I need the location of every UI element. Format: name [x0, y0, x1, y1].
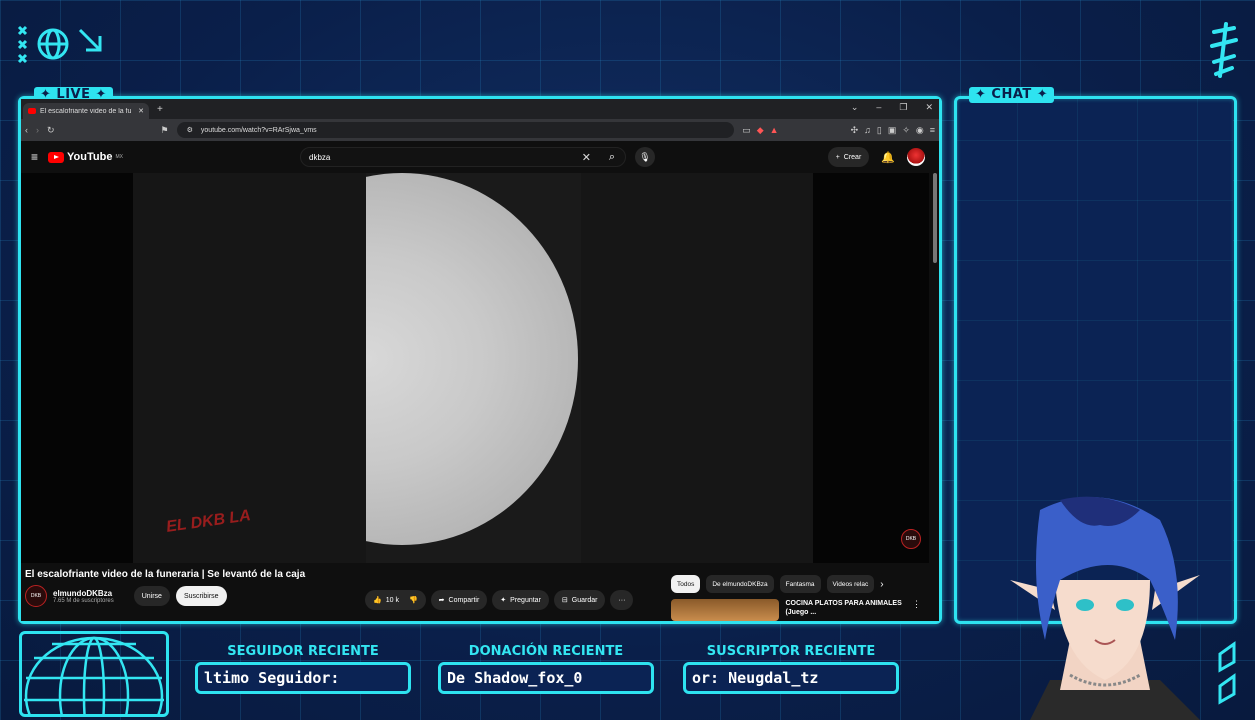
youtube-logo[interactable]: YouTube MX — [48, 151, 123, 163]
address-bar: ‹ › ↻ ⚑ ⚙ youtube.com/watch?v=RArSjwa_vm… — [21, 119, 939, 141]
join-button[interactable]: Unirse — [133, 586, 170, 606]
plus-icon: + — [835, 153, 840, 161]
recommended-menu-icon[interactable]: ⋮ — [912, 599, 921, 621]
account-avatar[interactable] — [907, 148, 925, 166]
close-window-button[interactable]: ✕ — [925, 102, 933, 113]
forward-icon[interactable]: › — [36, 125, 39, 135]
video-frame — [133, 173, 813, 563]
leo-icon[interactable]: ✧ — [902, 125, 910, 136]
maximize-button[interactable]: ❐ — [899, 102, 907, 113]
globe-logo-icon — [17, 25, 102, 64]
chip-all[interactable]: Todos — [671, 575, 701, 593]
follower-value: ltimo Seguidor: — [195, 662, 411, 694]
search-input[interactable]: dkbza ✕ — [300, 147, 626, 167]
dislike-icon[interactable]: 👎 — [409, 596, 418, 604]
video-actions: 👍 10 k 👎 ➦ Compartir ✦ Preguntar ⊟ Guardar ··… — [365, 590, 634, 610]
youtube-header: ≡ YouTube MX dkbza ✕ ⌕ 🎙 + Crear 🔔 — [21, 141, 939, 173]
minimize-button[interactable]: – — [876, 102, 881, 113]
subscriber-label: SUSCRIPTOR RECIENTE — [706, 644, 876, 659]
chips-next-icon[interactable]: › — [880, 579, 883, 590]
site-info-icon[interactable]: ⚙ — [187, 126, 193, 134]
like-button[interactable]: 👍 10 k 👎 — [365, 590, 426, 610]
puzzle-icon[interactable]: ✣ — [851, 125, 859, 136]
url-text: youtube.com/watch?v=RArSjwa_vms — [200, 126, 317, 134]
create-button[interactable]: + Crear — [827, 147, 870, 167]
follower-label: SEGUIDOR RECIENTE — [227, 644, 379, 659]
youtube-play-icon — [48, 151, 65, 163]
bookmark-icon[interactable]: ⚑ — [161, 125, 169, 136]
rewards-icon[interactable]: ▲ — [770, 125, 779, 136]
extensions: ▭ ◆ ▲ ✣ ♫ ▯ ▣ ✧ ◉ ≡ — [742, 125, 935, 136]
video-meta: El escalofriante video de la funeraria |… — [25, 569, 665, 610]
sidebar-icon[interactable]: ▯ — [877, 125, 882, 136]
browser-window: El escalofriante video de la fu ✕ + ⌄ – … — [21, 99, 939, 621]
video-content — [366, 173, 581, 563]
browser-tab[interactable]: El escalofriante video de la fu ✕ — [23, 103, 149, 119]
window-controls: ⌄ – ❐ ✕ — [851, 102, 933, 113]
tab-search-icon[interactable]: ⌄ — [851, 102, 859, 113]
mic-button[interactable]: 🎙 — [635, 147, 655, 167]
share-icon: ➦ — [438, 597, 445, 604]
channel-name[interactable]: elmundoDKBza — [53, 589, 114, 598]
subscriber-count: 7.65 M de suscriptores — [53, 597, 114, 604]
new-tab-button[interactable]: + — [157, 104, 163, 115]
channel-info: elmundoDKBza 7.65 M de suscriptores — [53, 589, 114, 604]
mic-icon: 🎙 — [639, 151, 651, 162]
save-button[interactable]: ⊟ Guardar — [553, 590, 606, 610]
donation-label: DONACIÓN RECIENTE — [468, 644, 624, 659]
url-field[interactable]: ⚙ youtube.com/watch?v=RArSjwa_vms — [176, 122, 735, 138]
subscribe-button[interactable]: Suscribirse — [175, 586, 227, 606]
tab-title: El escalofriante video de la fu — [40, 107, 132, 115]
search-button[interactable]: ⌕ — [598, 147, 626, 167]
bolt-logo-icon — [1210, 22, 1238, 78]
tab-bar: El escalofriante video de la fu ✕ + ⌄ – … — [21, 99, 939, 119]
youtube-favicon-icon — [28, 108, 36, 114]
subscriber-value: or: Neugdal_tz — [683, 662, 899, 694]
cast-icon[interactable]: ▭ — [742, 125, 751, 136]
more-actions-button[interactable]: ··· — [610, 590, 634, 610]
search-icon: ⌕ — [608, 150, 616, 163]
recommended-title[interactable]: COCINA PLATOS PARA ANIMALES (Juego ... — [785, 599, 906, 621]
menu-icon[interactable]: ≡ — [930, 125, 935, 136]
hamburger-icon[interactable]: ≡ — [31, 150, 38, 164]
search-query: dkbza — [309, 152, 331, 162]
related-chips: Todos De elmundoDKBza Fantasma Videos re… — [671, 575, 884, 593]
chip-related[interactable]: Videos relac — [826, 575, 875, 593]
globe-panel — [19, 631, 169, 720]
video-player[interactable]: EL DKB LA DKB — [21, 173, 929, 563]
reload-icon[interactable]: ↻ — [47, 125, 55, 136]
share-button[interactable]: ➦ Compartir — [430, 590, 488, 610]
ask-button[interactable]: ✦ Preguntar — [492, 590, 549, 610]
channel-watermark[interactable]: DKB — [901, 529, 921, 549]
tab-close-icon[interactable]: ✕ — [138, 107, 144, 115]
recommended-thumbnail[interactable] — [671, 599, 780, 621]
wireframe-globe-icon — [24, 636, 164, 720]
chip-channel[interactable]: De elmundoDKBza — [706, 575, 774, 593]
brave-shield-icon[interactable]: ◆ — [757, 125, 764, 136]
sparkle-icon: ✦ — [500, 597, 507, 604]
recommended-video[interactable]: COCINA PLATOS PARA ANIMALES (Juego ... ⋮ — [671, 599, 921, 621]
page-scrollbar[interactable] — [933, 173, 937, 263]
vtuber-avatar — [1010, 496, 1200, 720]
flashlight-circle — [366, 173, 578, 545]
more-icon: ··· — [618, 596, 626, 604]
chip-fantasma[interactable]: Fantasma — [779, 575, 821, 593]
vpn-icon[interactable]: ◉ — [916, 125, 924, 136]
music-icon[interactable]: ♫ — [864, 125, 871, 136]
back-icon[interactable]: ‹ — [25, 125, 28, 135]
side-bolt-icon — [1218, 641, 1236, 705]
clear-search-icon[interactable]: ✕ — [582, 151, 591, 164]
chat-tag: ✦ CHAT ✦ — [969, 87, 1055, 103]
donation-value: De Shadow_fox_0 — [438, 662, 654, 694]
notifications-bell-icon[interactable]: 🔔 — [881, 151, 895, 164]
bookmark-save-icon: ⊟ — [561, 597, 568, 604]
header-actions: + Crear 🔔 — [827, 147, 925, 167]
wallet-icon[interactable]: ▣ — [888, 125, 897, 136]
channel-avatar[interactable]: DKB — [25, 585, 47, 607]
video-title: El escalofriante video de la funeraria |… — [25, 569, 306, 580]
thumbs-up-icon: 👍 — [373, 597, 382, 604]
